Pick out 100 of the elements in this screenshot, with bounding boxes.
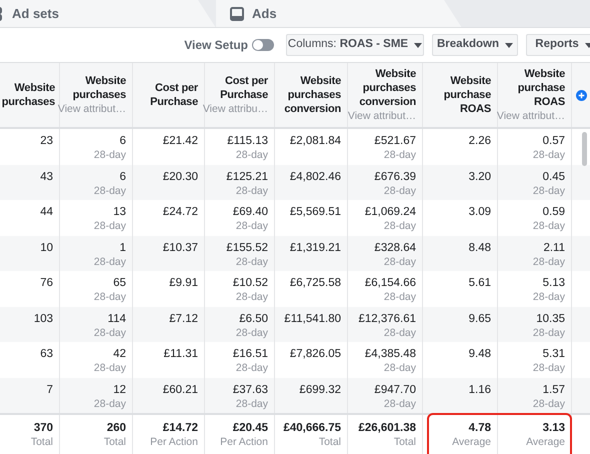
add-column-icon[interactable] (576, 90, 586, 100)
total-label: Total (30, 435, 53, 449)
attribution-window: 28-day (384, 184, 416, 198)
table-cell: £69.40 (232, 205, 268, 219)
table-cell: 8.48 (468, 240, 491, 254)
attribution-window: 28-day (532, 219, 565, 233)
table-cell: 1 (120, 240, 126, 254)
table-cell: £6,154.66 (364, 276, 416, 290)
table-cell: 3.20 (468, 170, 491, 184)
tab[interactable]: Ads (216, 0, 462, 27)
table-cell: 1.16 (468, 382, 491, 396)
table-cell: £10.37 (162, 240, 198, 254)
table-cell: £521.67 (374, 134, 416, 148)
table-cell: £60.21 (162, 382, 198, 396)
scrollbar[interactable] (582, 132, 587, 166)
table-cell: £699.32 (299, 382, 341, 396)
table-cell: £115.13 (227, 134, 268, 148)
total-value: 4.78 (468, 421, 491, 435)
column-header[interactable]: Website purchases conversion (354, 67, 416, 109)
column-header[interactable]: Website purchase ROAS (504, 67, 565, 109)
total-label: Total (394, 435, 416, 449)
column-header[interactable]: Website purchases conversion (281, 74, 341, 116)
table-cell: £947.70 (374, 382, 416, 396)
table-cell: £24.72 (162, 205, 198, 219)
dropdown-button[interactable]: Reports (526, 34, 590, 56)
total-value: £14.72 (162, 421, 198, 435)
caret-icon (505, 42, 513, 48)
table-cell: 0.57 (542, 134, 565, 148)
column-header[interactable]: Website purchases (66, 74, 126, 102)
view-setup-toggle[interactable] (252, 39, 274, 51)
column-header[interactable]: Website purchases (0, 81, 55, 109)
attribution-window: 28-day (384, 361, 416, 375)
attribution-window: 28-day (384, 326, 416, 340)
attribution-window: 28-day (532, 290, 565, 304)
table-cell: £2,081.84 (290, 134, 341, 148)
table-cell: 6 (120, 134, 126, 148)
table-cell: 0.59 (542, 205, 565, 219)
dropdown-button[interactable]: Breakdown (432, 34, 518, 56)
total-value: 260 (106, 421, 126, 435)
table-cell: £20.30 (162, 170, 198, 184)
table-cell: £155.52 (226, 240, 268, 254)
total-value: 3.13 (542, 421, 565, 435)
columns-dropdown[interactable]: Columns: ROAS - SME (286, 34, 424, 56)
total-value: 370 (34, 421, 53, 435)
attribution-window: 28-day (94, 396, 126, 410)
tab[interactable]: Ad sets (0, 0, 216, 27)
attribution-window: 28-day (236, 148, 268, 162)
table-cell: 114 (108, 312, 126, 326)
column-header[interactable]: Website purchase ROAS (429, 74, 491, 116)
table-cell: 42 (113, 347, 126, 361)
table-cell: £125.21 (226, 170, 268, 184)
attribution-window: 28-day (94, 361, 126, 375)
attribution-window: 28-day (236, 326, 268, 340)
attribution-window: 28-day (532, 396, 565, 410)
table-cell: 2.26 (468, 134, 491, 148)
table-cell: £10.52 (232, 276, 268, 290)
column-header[interactable]: Cost per Purchase (211, 74, 268, 102)
attribution-window: 28-day (384, 219, 416, 233)
table-cell: £12,376.61 (358, 312, 416, 326)
attribution-window: 28-day (94, 290, 126, 304)
total-label: Total (318, 435, 341, 449)
table-cell: £328.64 (374, 240, 416, 254)
table-cell: £1,069.24 (364, 205, 416, 219)
table-cell: £7,826.05 (290, 347, 341, 361)
table-cell: 9.48 (468, 347, 491, 361)
attribution-window: 28-day (94, 184, 126, 198)
table-cell: 12 (113, 382, 126, 396)
total-value: £20.45 (232, 421, 268, 435)
table-cell: 9.65 (468, 312, 491, 326)
attribution-window: 28-day (94, 148, 126, 162)
table-cell: 6 (120, 170, 126, 184)
attribution-window: 28-day (532, 326, 565, 340)
table-cell: 63 (40, 347, 53, 361)
total-label: Total (104, 435, 126, 449)
monitor-icon (230, 7, 244, 21)
column-header[interactable]: Cost per Purchase (139, 81, 198, 109)
total-label: Per Action (220, 435, 268, 449)
attribution-window: 28-day (532, 254, 565, 268)
table-cell: 3.09 (468, 205, 491, 219)
table-cell: £6,725.58 (290, 276, 341, 290)
table-cell: £9.91 (169, 276, 198, 290)
attribution-window: 28-day (532, 148, 565, 162)
table-cell: £1,319.21 (290, 240, 341, 254)
table-cell: £21.42 (162, 134, 198, 148)
table-cell: £37.63 (232, 382, 268, 396)
table-cell: £6.50 (239, 312, 268, 326)
table-cell: 13 (113, 205, 126, 219)
caret-icon (414, 42, 422, 48)
table-cell: 76 (40, 276, 53, 290)
attribution-window: 28-day (384, 396, 416, 410)
total-value: £26,601.38 (358, 421, 416, 435)
table-cell: 7 (46, 382, 53, 396)
attribution-window: 28-day (236, 219, 268, 233)
table-cell: £4,802.46 (290, 170, 341, 184)
attribution-window: 28-day (94, 326, 126, 340)
table-cell: 2.11 (543, 240, 565, 254)
table-cell: 0.45 (542, 170, 565, 184)
table-cell: £16.51 (232, 347, 268, 361)
attribution-window: 28-day (236, 290, 268, 304)
attribution-window: 28-day (236, 184, 268, 198)
